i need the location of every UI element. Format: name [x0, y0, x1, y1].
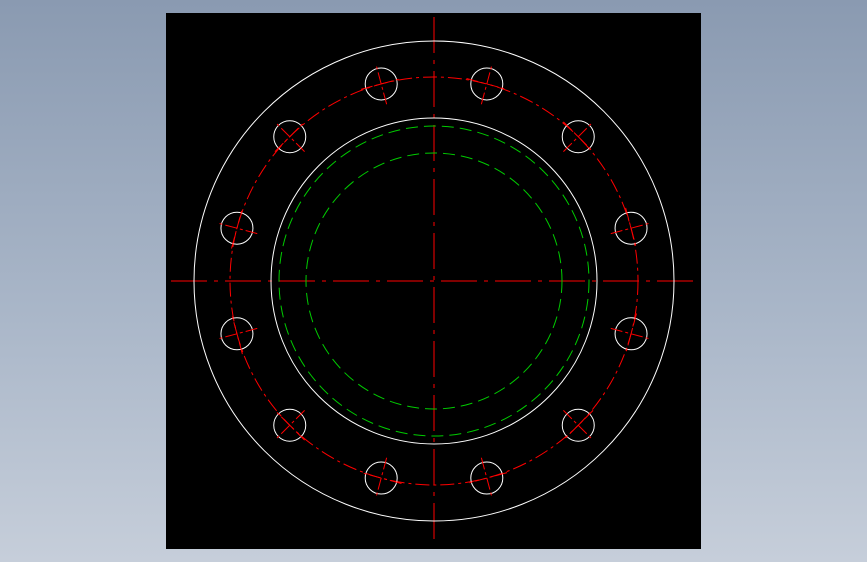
bolt-hole-radial-mark — [216, 222, 258, 235]
bolt-hole-radial-mark — [375, 457, 388, 499]
bolt-hole-tangent-mark — [466, 472, 508, 484]
bolt-hole — [561, 120, 595, 154]
bolt-hole — [273, 120, 307, 154]
bolt-hole-outline — [470, 461, 504, 495]
bolt-hole-tangent-mark — [360, 472, 402, 484]
bolt-hole — [466, 63, 508, 105]
bolt-hole — [273, 408, 307, 442]
bolt-hole-radial-mark — [480, 63, 493, 105]
bolt-hole — [216, 207, 258, 249]
bolt-hole — [216, 313, 258, 355]
bolt-hole-outline — [470, 67, 504, 101]
bolt-hole — [360, 457, 402, 499]
bolt-hole — [360, 63, 402, 105]
bolt-hole — [466, 457, 508, 499]
cad-viewport[interactable] — [166, 13, 701, 549]
bolt-hole-tangent-mark — [360, 78, 402, 90]
bolt-hole-tangent-mark — [231, 313, 243, 355]
flange-drawing — [171, 17, 697, 544]
bolt-hole-outline — [364, 461, 398, 495]
bolt-hole — [561, 408, 595, 442]
